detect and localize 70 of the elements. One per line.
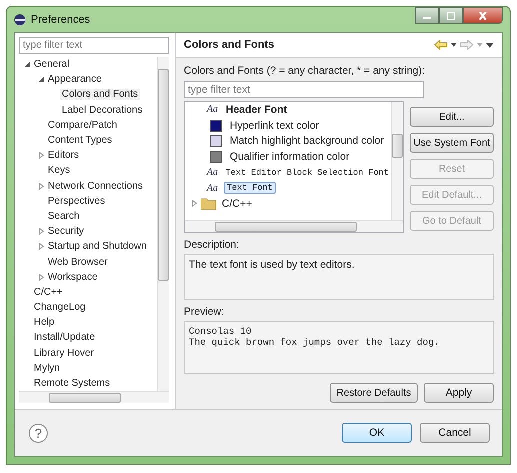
folder-icon: [201, 197, 217, 210]
close-button[interactable]: [463, 7, 503, 24]
font-icon: Aa: [207, 167, 221, 178]
tree-item[interactable]: Search: [46, 210, 82, 222]
description-label: Description:: [184, 239, 240, 251]
close-icon: [478, 12, 488, 20]
filter-field[interactable]: type filter text: [19, 37, 169, 54]
minimize-button[interactable]: [415, 7, 439, 24]
filter-label: Colors and Fonts (? = any character, * = any string):: [184, 65, 426, 77]
sphere-icon: [14, 14, 26, 26]
collapsed-arrow-icon[interactable]: [38, 152, 44, 160]
vertical-scrollbar[interactable]: [391, 102, 403, 220]
tree-item[interactable]: Qualifier information color: [228, 150, 352, 163]
tree-item[interactable]: Help: [32, 317, 57, 328]
horizontal-scrollbar[interactable]: [185, 220, 403, 232]
tree-item[interactable]: ChangeLog: [32, 302, 88, 314]
tree-item[interactable]: Remote Systems: [32, 378, 112, 390]
tree-item[interactable]: C/C++: [220, 198, 254, 210]
tree-item[interactable]: Network Connections: [46, 180, 146, 192]
vertical-scrollbar[interactable]: [157, 57, 169, 391]
tree-item[interactable]: Colors and Fonts: [60, 89, 140, 100]
action-button[interactable]: Use System Font: [410, 133, 494, 153]
tree-item[interactable]: Startup and Shutdown: [46, 241, 149, 252]
description-text: The text font is used by text editors.: [184, 254, 494, 300]
font-icon: Aa: [207, 104, 221, 116]
tree-item[interactable]: Library Hover: [32, 348, 96, 359]
tree-item[interactable]: Label Decorations: [60, 104, 145, 116]
action-button[interactable]: Restore Defaults: [330, 383, 418, 403]
tree-item[interactable]: Install/Update: [32, 332, 98, 344]
tree-item[interactable]: General: [32, 59, 72, 70]
tree-item[interactable]: Compare/Patch: [46, 120, 120, 131]
collapsed-arrow-icon[interactable]: [38, 182, 44, 190]
collapsed-arrow-icon[interactable]: [38, 274, 44, 281]
expanded-arrow-icon[interactable]: [24, 61, 30, 68]
tree-item[interactable]: C/C++: [32, 286, 65, 298]
tree-item[interactable]: Content Types: [46, 135, 114, 146]
tree-item[interactable]: Text Font: [224, 182, 276, 194]
preview-label: Preview:: [184, 306, 226, 318]
tree-item[interactable]: Web Browser: [46, 256, 110, 268]
dropdown-icon[interactable]: [451, 43, 457, 47]
maximize-icon: [446, 12, 456, 20]
action-button[interactable]: Apply: [424, 383, 494, 403]
filter-field[interactable]: type filter text: [184, 81, 424, 98]
tree-item[interactable]: Security: [46, 226, 86, 238]
tree-item[interactable]: Editors: [46, 150, 82, 162]
action-button[interactable]: Edit...: [410, 107, 494, 127]
preview-text: Consolas 10: [189, 326, 253, 337]
expanded-arrow-icon[interactable]: [38, 76, 44, 84]
tree-item[interactable]: Perspectives: [46, 196, 108, 207]
window-title: Preferences: [31, 14, 90, 26]
preview-text: The quick brown fox jumps over the lazy dog.: [189, 337, 441, 348]
menu-icon[interactable]: [486, 42, 494, 48]
font-icon: Aa: [207, 182, 221, 194]
tree-item[interactable]: Workspace: [46, 272, 100, 283]
maximize-button[interactable]: [439, 7, 463, 24]
tree-item[interactable]: Keys: [46, 165, 72, 176]
tree-item[interactable]: Mylyn: [32, 362, 62, 374]
page-title: Colors and Fonts: [184, 39, 274, 51]
collapsed-arrow-icon[interactable]: [38, 243, 44, 250]
horizontal-scrollbar[interactable]: [19, 391, 169, 403]
collapsed-arrow-icon[interactable]: [38, 228, 44, 236]
tree-item[interactable]: Text Editor Block Selection Font: [224, 168, 391, 178]
help-icon[interactable]: ?: [29, 424, 48, 442]
collapsed-arrow-icon[interactable]: [191, 200, 198, 208]
tree-item[interactable]: Header Font: [224, 104, 290, 116]
tree-item[interactable]: Hyperlink text color: [228, 120, 322, 132]
dialog-button[interactable]: Cancel: [420, 423, 490, 443]
tree-item[interactable]: Appearance: [46, 74, 104, 86]
dialog-button[interactable]: OK: [342, 423, 412, 443]
tree-item[interactable]: Match highlight background color: [228, 135, 386, 148]
